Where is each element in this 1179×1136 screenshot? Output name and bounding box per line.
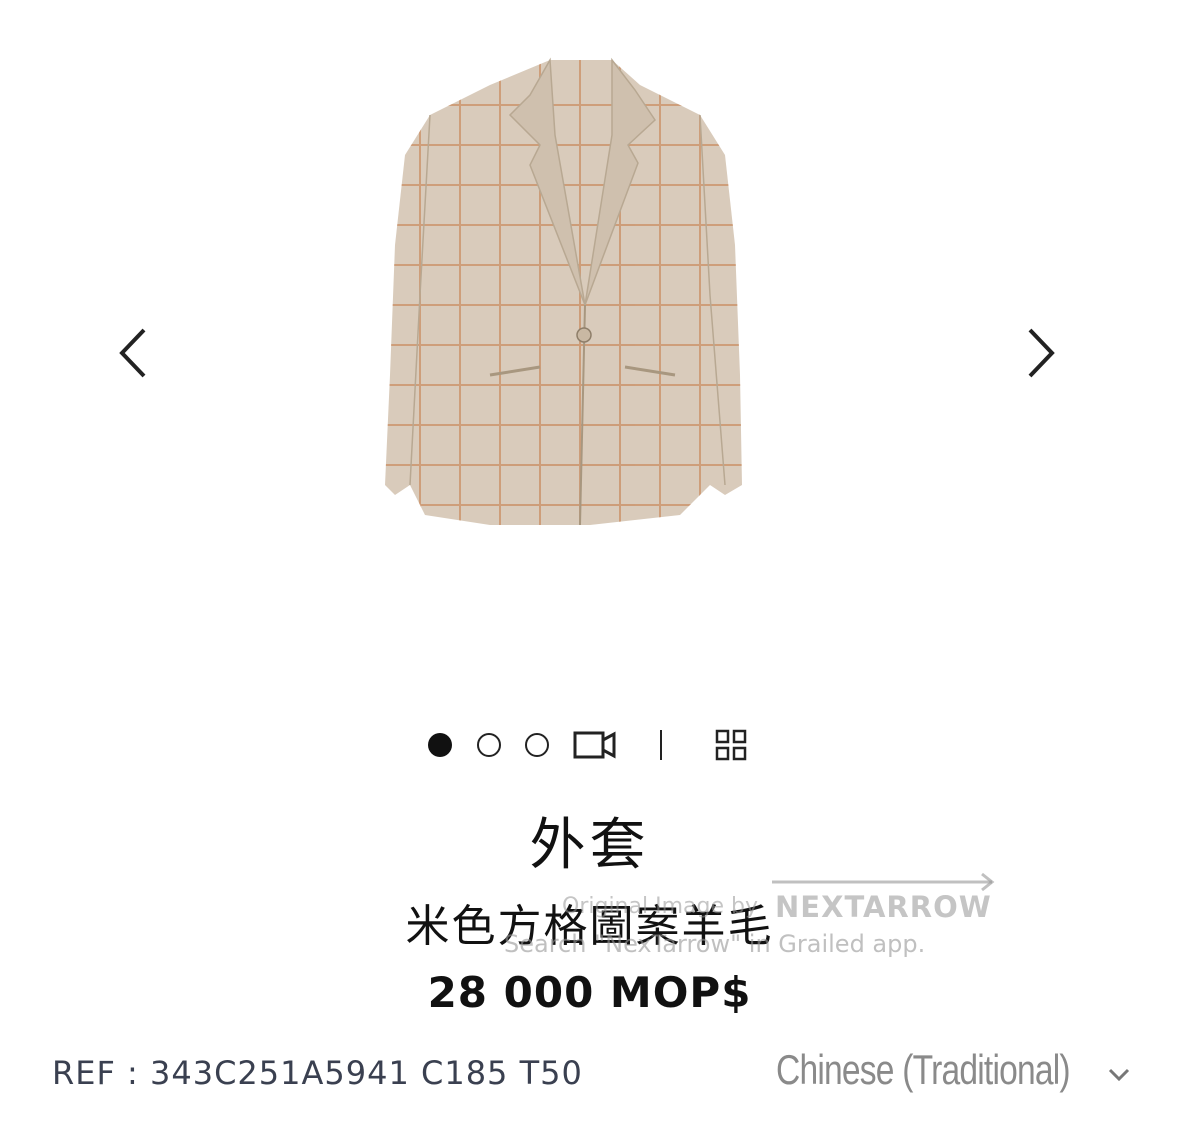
language-selector[interactable]: Chinese (Traditional) <box>776 1046 1143 1102</box>
product-ref: REF : 343C251A5941 C185 T50 <box>52 1054 583 1092</box>
prev-image-button[interactable] <box>102 318 162 388</box>
pager-dot-1[interactable] <box>428 733 452 757</box>
pager-dot-3[interactable] <box>525 733 549 757</box>
next-image-button[interactable] <box>1012 318 1072 388</box>
grid-view-icon[interactable] <box>714 728 748 762</box>
pager-divider <box>660 730 662 760</box>
pager-dot-2[interactable] <box>477 733 501 757</box>
product-subtitle: 米色方格圖案羊毛 <box>405 901 774 952</box>
video-camera-icon[interactable] <box>572 728 618 762</box>
gallery-pager <box>0 722 1179 766</box>
chevron-down-icon <box>1108 1068 1130 1082</box>
product-price: 28 000 MOP$ <box>427 968 752 1017</box>
product-gallery <box>0 0 1179 700</box>
product-image <box>385 57 742 526</box>
chevron-left-icon <box>119 328 146 378</box>
product-title: 外套 <box>529 813 650 878</box>
chevron-right-icon <box>1028 328 1055 378</box>
language-label: Chinese (Traditional) <box>776 1046 1071 1093</box>
